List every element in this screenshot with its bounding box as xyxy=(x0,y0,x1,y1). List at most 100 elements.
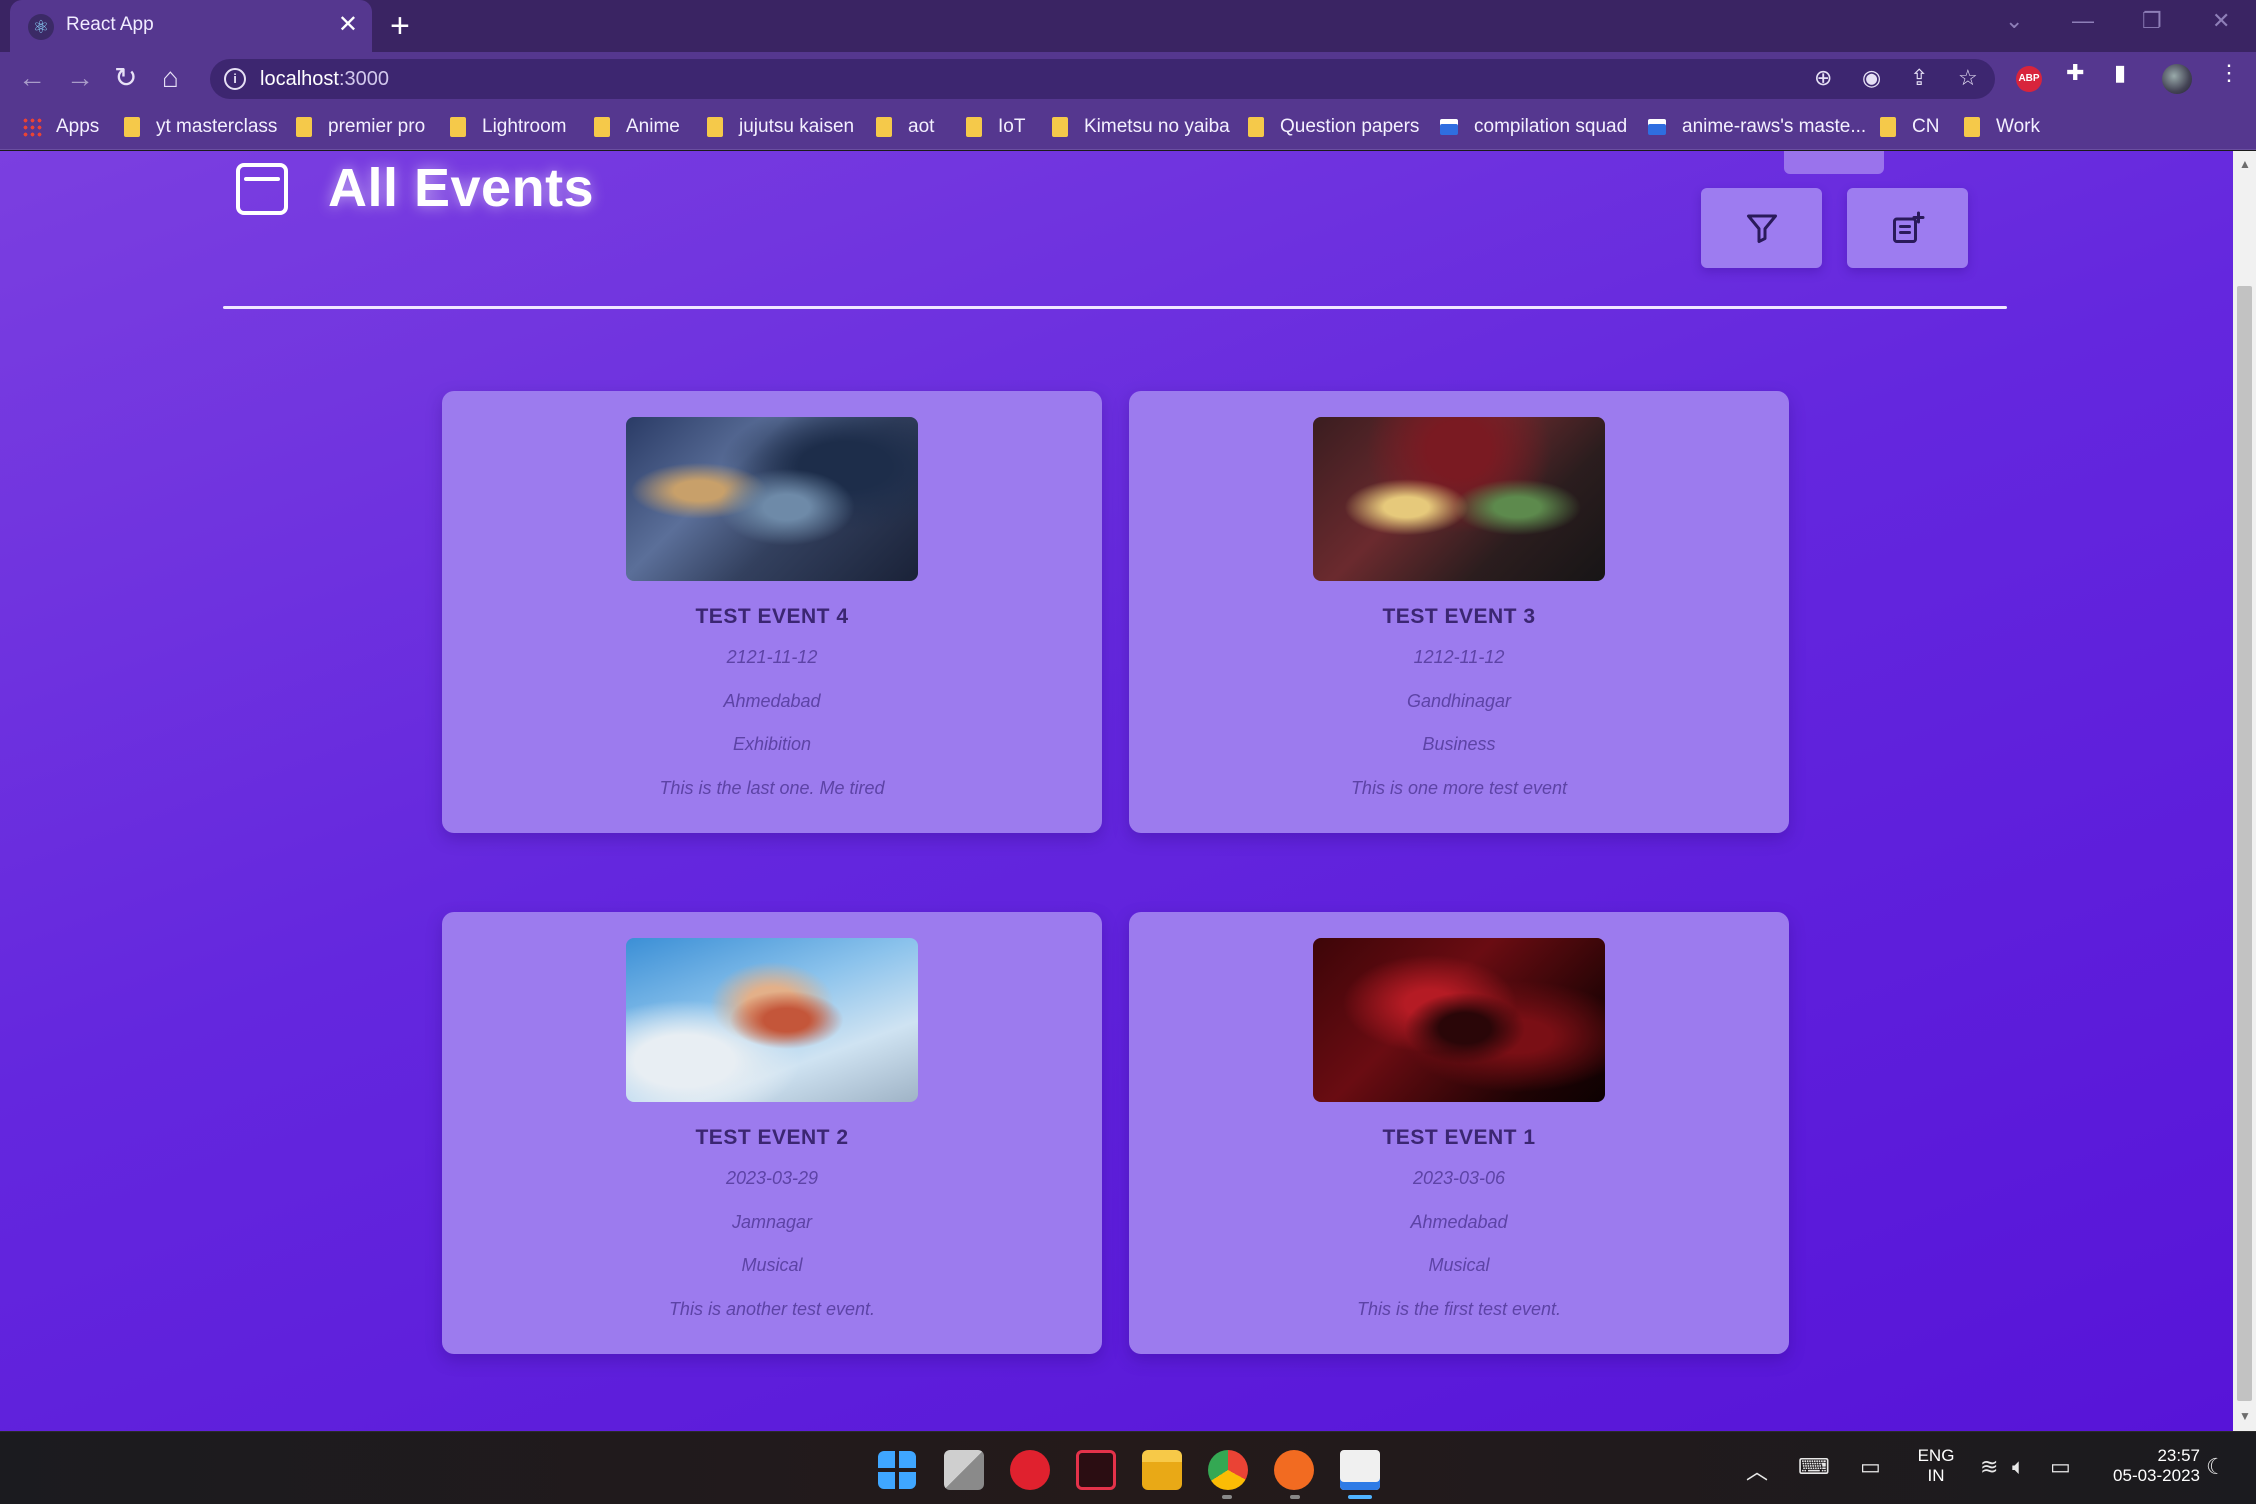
tab-search-icon[interactable]: ⌄ xyxy=(2005,8,2023,34)
focus-moon-icon[interactable]: ☾ xyxy=(2206,1454,2226,1480)
bookmark-work[interactable]: Work xyxy=(1964,114,2040,140)
bookmark-label: Apps xyxy=(56,116,100,137)
event-category: Musical xyxy=(1428,1255,1490,1275)
clock[interactable]: 23:57 05-03-2023 xyxy=(2090,1446,2200,1486)
bookmark-label: Question papers xyxy=(1280,116,1420,137)
eye-icon[interactable]: ◉ xyxy=(1862,65,1881,91)
event-date: 2023-03-06 xyxy=(1412,1168,1506,1188)
bookmark-label: Kimetsu no yaiba xyxy=(1084,116,1230,137)
site-info-icon[interactable]: i xyxy=(224,68,246,90)
event-category: Exhibition xyxy=(732,734,812,754)
bookmark-lightroom[interactable]: Lightroom xyxy=(450,114,567,140)
file-explorer-icon[interactable] xyxy=(1142,1450,1182,1490)
bookmark-kimetsu-no-yaiba[interactable]: Kimetsu no yaiba xyxy=(1052,114,1230,140)
bookmark-jujutsu-kaisen[interactable]: jujutsu kaisen xyxy=(707,114,854,140)
chrome-icon[interactable] xyxy=(1208,1450,1248,1490)
zoom-icon[interactable]: ⊕ xyxy=(1814,65,1832,91)
tab-close-icon[interactable]: ✕ xyxy=(338,10,358,40)
event-title: TEST EVENT 2 xyxy=(695,1126,849,1149)
scroll-down-icon[interactable]: ▼ xyxy=(2239,1409,2251,1423)
page-content: All Events TEST EVENT 4 2121-11-12 Ahmed… xyxy=(0,151,2233,1431)
bookmark-label: anime-raws's maste... xyxy=(1682,116,1867,137)
postman-running-indicator xyxy=(1290,1495,1300,1499)
browser-tab[interactable]: ⚛ React App ✕ xyxy=(10,0,372,52)
language-indicator[interactable]: ENG IN xyxy=(1912,1446,1960,1486)
bookmark-cn[interactable]: CN xyxy=(1880,114,1939,140)
folder-icon xyxy=(594,117,610,137)
event-description: This is the last one. Me tired xyxy=(659,778,885,798)
event-date: 1212-11-12 xyxy=(1413,647,1505,667)
event-title: TEST EVENT 1 xyxy=(1382,1126,1536,1149)
postman-icon[interactable] xyxy=(1274,1450,1314,1490)
page-scrollbar[interactable]: ▲ ▼ xyxy=(2233,151,2256,1431)
new-tab-button[interactable]: + xyxy=(390,6,410,46)
top-nav-tab[interactable] xyxy=(1784,151,1884,174)
header-divider xyxy=(223,306,2007,309)
filter-button[interactable] xyxy=(1701,188,1822,268)
battery-icon[interactable]: ▭ xyxy=(2050,1454,2071,1480)
event-date: 2121-11-12 xyxy=(726,647,818,667)
folder-icon xyxy=(1880,117,1896,137)
windows-start-icon[interactable] xyxy=(878,1451,916,1489)
minimize-icon[interactable]: — xyxy=(2072,8,2094,34)
task-view-icon[interactable] xyxy=(944,1450,984,1490)
bookmark-premier-pro[interactable]: premier pro xyxy=(296,114,425,140)
menu-kebab-icon[interactable]: ⋮ xyxy=(2218,60,2240,86)
bookmarks-bar: Apps yt masterclass premier pro Lightroo… xyxy=(0,104,2256,150)
valorant-icon[interactable] xyxy=(1076,1450,1116,1490)
tray-chevron-up-icon[interactable]: ︿ xyxy=(1746,1454,1768,1486)
bookmark-yt-masterclass[interactable]: yt masterclass xyxy=(124,114,277,140)
scroll-thumb[interactable] xyxy=(2237,286,2252,1401)
reload-icon[interactable]: ↻ xyxy=(114,60,137,96)
event-image xyxy=(1313,417,1605,581)
back-icon[interactable]: ← xyxy=(18,60,46,96)
clock-date: 05-03-2023 xyxy=(2113,1466,2200,1485)
bookmark-label: Anime xyxy=(626,116,680,137)
event-date: 2023-03-29 xyxy=(725,1168,819,1188)
side-panel-icon[interactable]: ▮ xyxy=(2114,60,2126,86)
bookmark-aot[interactable]: aot xyxy=(876,114,934,140)
adblock-icon[interactable]: ABP xyxy=(2016,66,2042,92)
bookmark-question-papers[interactable]: Question papers xyxy=(1248,114,1419,140)
bookmark-compilation-squad[interactable]: compilation squad xyxy=(1440,114,1627,140)
volume-icon[interactable]: 🔈︎ xyxy=(2012,1454,2025,1480)
event-card[interactable]: TEST EVENT 4 2121-11-12 Ahmedabad Exhibi… xyxy=(442,391,1102,833)
bookmark-iot[interactable]: IoT xyxy=(966,114,1025,140)
event-category: Musical xyxy=(741,1255,803,1275)
event-description: This is another test event. xyxy=(668,1299,876,1319)
bookmark-apps[interactable]: Apps xyxy=(22,114,99,140)
event-description: This is one more test event xyxy=(1350,778,1568,798)
restore-icon[interactable]: ❐ xyxy=(2142,8,2162,34)
riot-client-icon[interactable] xyxy=(1010,1450,1050,1490)
bookmark-anime[interactable]: Anime xyxy=(594,114,680,140)
bookmark-label: aot xyxy=(908,116,935,137)
bookmark-star-icon[interactable]: ☆ xyxy=(1958,65,1978,91)
bookmark-label: yt masterclass xyxy=(156,116,278,137)
scroll-up-icon[interactable]: ▲ xyxy=(2239,157,2251,171)
wifi-icon[interactable]: ≋ xyxy=(1980,1454,1998,1480)
browser-toolbar: ← → ↻ ⌂ i localhost:3000 ⊕ ◉ ⇪ ☆ ABP ✚ ▮… xyxy=(0,52,2256,104)
event-card[interactable]: TEST EVENT 2 2023-03-29 Jamnagar Musical… xyxy=(442,912,1102,1354)
profile-avatar[interactable] xyxy=(2162,64,2192,94)
bookmark-label: premier pro xyxy=(328,116,426,137)
close-window-icon[interactable]: ✕ xyxy=(2212,8,2230,34)
forward-icon[interactable]: → xyxy=(66,60,94,96)
add-event-button[interactable] xyxy=(1847,188,1968,268)
bookmark-anime-raws[interactable]: anime-raws's maste... xyxy=(1648,114,1866,140)
chrome-running-indicator xyxy=(1222,1495,1232,1499)
url-text[interactable]: localhost:3000 xyxy=(260,68,389,91)
extensions-icon[interactable]: ✚ xyxy=(2066,60,2084,86)
language-code: ENG xyxy=(1917,1446,1955,1465)
address-bar[interactable]: i localhost:3000 ⊕ ◉ ⇪ ☆ xyxy=(210,59,1995,99)
event-card[interactable]: TEST EVENT 1 2023-03-06 Ahmedabad Musica… xyxy=(1129,912,1789,1354)
site-icon xyxy=(1440,119,1458,135)
event-card[interactable]: TEST EVENT 3 1212-11-12 Gandhinagar Busi… xyxy=(1129,391,1789,833)
home-icon[interactable]: ⌂ xyxy=(162,60,179,96)
tablet-icon[interactable]: ▭ xyxy=(1860,1454,1881,1480)
event-city: Gandhinagar xyxy=(1406,691,1512,711)
snipping-tool-icon[interactable] xyxy=(1340,1450,1380,1490)
filter-icon xyxy=(1746,214,1777,243)
share-icon[interactable]: ⇪ xyxy=(1910,65,1928,91)
event-image xyxy=(626,417,918,581)
keyboard-icon[interactable]: ⌨ xyxy=(1798,1454,1830,1480)
